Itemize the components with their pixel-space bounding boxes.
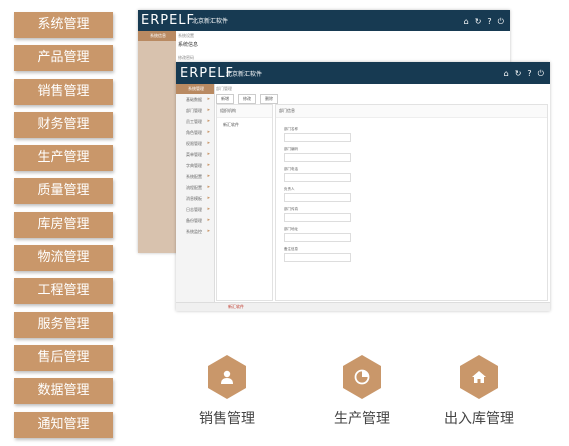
back-top-icons: ⌂ ↻? ⏻: [464, 17, 504, 27]
front-sidebar-item[interactable]: 基础数据: [176, 94, 214, 105]
front-toolbar: 新增 修改 删除: [216, 94, 278, 104]
left-menu: 系统管理 产品管理 销售管理 财务管理 生产管理 质量管理 库房管理 物流管理 …: [14, 12, 113, 445]
home-icon: [460, 355, 498, 399]
menu-item-quality[interactable]: 质量管理: [14, 178, 113, 205]
field-input[interactable]: [284, 213, 351, 222]
pie-chart-icon: [343, 355, 381, 399]
help-icon[interactable]: ?: [487, 17, 491, 27]
front-topbar: ERPELF 北京新汇软件 ⌂ ↻? ⏻: [176, 62, 550, 84]
tree-panel: 组织机构 新汇软件: [216, 104, 273, 301]
field-input[interactable]: [284, 253, 351, 262]
front-sidebar: 系统管理 基础数据 部门管理 员工管理 角色管理 权限管理 菜单管理 字典管理 …: [176, 84, 215, 311]
menu-item-system[interactable]: 系统管理: [14, 12, 113, 38]
feature-sales: 销售管理: [172, 355, 282, 428]
menu-item-data[interactable]: 数据管理: [14, 378, 113, 405]
back-sub-title: 修改密码: [178, 55, 194, 60]
field-input[interactable]: [284, 233, 351, 242]
feature-warehouse: 出入库管理: [424, 355, 534, 428]
field-label: 负责人: [284, 187, 295, 191]
menu-item-notice[interactable]: 通知管理: [14, 411, 113, 438]
home-icon[interactable]: ⌂: [504, 69, 509, 79]
menu-item-finance[interactable]: 财务管理: [14, 111, 113, 138]
field-label: 备注信息: [284, 247, 298, 251]
feature-label: 生产管理: [334, 411, 390, 427]
front-sidebar-item[interactable]: 流程配置: [176, 182, 214, 193]
menu-item-sales[interactable]: 销售管理: [14, 78, 113, 105]
front-breadcrumb: 部门管理: [216, 86, 232, 91]
front-sidebar-item[interactable]: 员工管理: [176, 116, 214, 127]
tree-item[interactable]: 新汇软件: [217, 118, 272, 132]
front-sidebar-item[interactable]: 角色管理: [176, 127, 214, 138]
person-icon: [208, 355, 246, 399]
menu-item-service[interactable]: 服务管理: [14, 311, 113, 338]
power-icon[interactable]: ⏻: [498, 17, 504, 27]
menu-item-production[interactable]: 生产管理: [14, 145, 113, 172]
delete-button[interactable]: 删除: [260, 94, 278, 104]
help-icon[interactable]: ?: [527, 69, 531, 79]
front-sidebar-item[interactable]: 消息模板: [176, 193, 214, 204]
back-logo: ERPELF: [141, 13, 196, 28]
refresh-icon[interactable]: ↻: [475, 17, 482, 27]
menu-item-engineering[interactable]: 工程管理: [14, 278, 113, 305]
status-text: 新汇软件: [228, 304, 244, 309]
front-sidebar-item[interactable]: 菜单管理: [176, 149, 214, 160]
field-input[interactable]: [284, 173, 351, 182]
menu-item-warehouse[interactable]: 库房管理: [14, 211, 113, 238]
back-section-title: 系统信息: [178, 42, 199, 48]
back-sidebar: 系统信息: [138, 31, 176, 253]
front-sidebar-item[interactable]: 备份管理: [176, 215, 214, 226]
back-company: 北京新汇软件: [192, 18, 229, 25]
feature-production: 生产管理: [307, 355, 417, 428]
field-input[interactable]: [284, 193, 351, 202]
front-sidebar-item[interactable]: 日志管理: [176, 204, 214, 215]
front-sidebar-head: 系统管理: [176, 84, 214, 94]
front-sidebar-item[interactable]: 系统配置: [176, 171, 214, 182]
back-breadcrumb: 系统设置: [178, 33, 194, 38]
screenshot-front: ERPELF 北京新汇软件 ⌂↻?⏻ 系统管理 基础数据 部门管理 员工管理 角…: [176, 62, 550, 311]
front-sidebar-item[interactable]: 系统监控: [176, 226, 214, 237]
field-input[interactable]: [284, 133, 351, 142]
form-panel: 部门信息 部门名称 部门编码 部门电话 负责人 部门传真 部门地址 备注信息: [275, 104, 548, 301]
form-title: 部门信息: [276, 105, 547, 118]
field-label: 部门地址: [284, 227, 298, 231]
status-bar: 新汇软件: [176, 302, 550, 311]
edit-button[interactable]: 修改: [238, 94, 256, 104]
field-input[interactable]: [284, 153, 351, 162]
front-company: 北京新汇软件: [226, 71, 263, 78]
field-label: 部门传真: [284, 207, 298, 211]
refresh-icon[interactable]: ↻: [515, 69, 522, 79]
menu-item-aftersales[interactable]: 售后管理: [14, 344, 113, 371]
add-button[interactable]: 新增: [216, 94, 234, 104]
menu-item-product[interactable]: 产品管理: [14, 45, 113, 72]
front-sidebar-item[interactable]: 字典管理: [176, 160, 214, 171]
front-sidebar-item[interactable]: 部门管理: [176, 105, 214, 116]
power-icon[interactable]: ⏻: [538, 69, 544, 79]
field-label: 部门电话: [284, 167, 298, 171]
back-sidebar-head: 系统信息: [138, 31, 176, 41]
menu-item-logistics[interactable]: 物流管理: [14, 245, 113, 272]
tree-title: 组织机构: [217, 105, 272, 118]
feature-label: 出入库管理: [444, 411, 514, 427]
front-top-icons: ⌂ ↻? ⏻: [504, 69, 544, 79]
home-icon[interactable]: ⌂: [464, 17, 469, 27]
feature-label: 销售管理: [199, 411, 255, 427]
field-label: 部门编码: [284, 147, 298, 151]
field-label: 部门名称: [284, 127, 298, 131]
front-sidebar-item[interactable]: 权限管理: [176, 138, 214, 149]
back-topbar: ERPELF 北京新汇软件 ⌂ ↻? ⏻: [138, 10, 510, 31]
